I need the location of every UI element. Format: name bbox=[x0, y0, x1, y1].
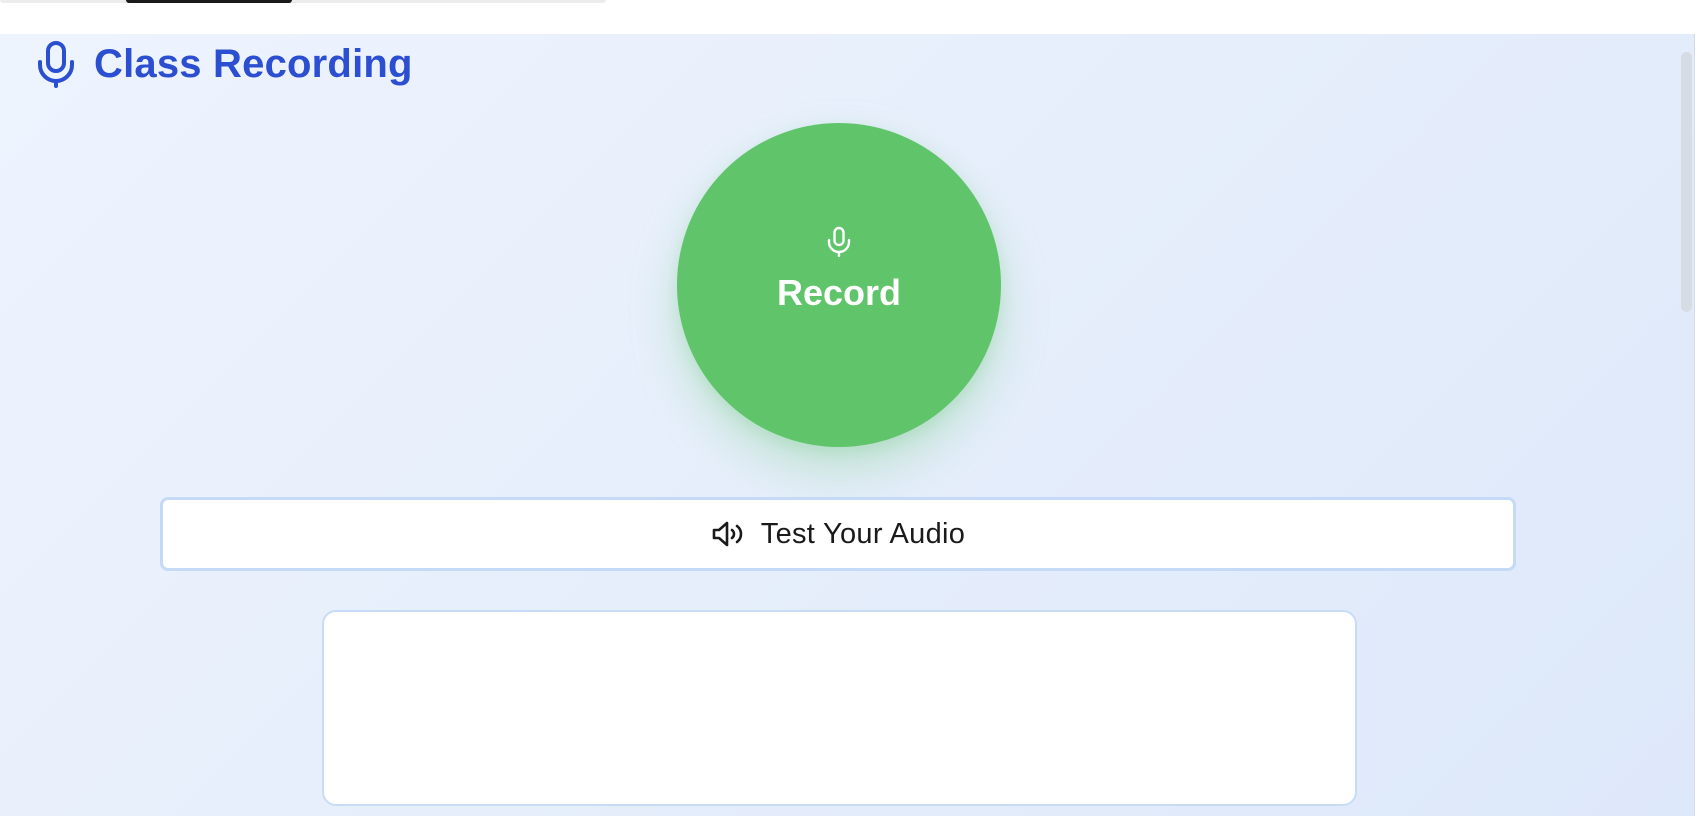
page-header: Class Recording bbox=[36, 40, 413, 88]
microphone-icon bbox=[826, 226, 852, 258]
tab-track bbox=[0, 0, 606, 3]
test-audio-button[interactable]: Test Your Audio bbox=[160, 497, 1516, 571]
page-title: Class Recording bbox=[94, 41, 413, 86]
transcript-panel[interactable] bbox=[322, 610, 1357, 806]
app-container: Class Recording Record Test Your Audio bbox=[0, 34, 1695, 816]
microphone-icon bbox=[36, 40, 76, 88]
speaker-icon bbox=[711, 519, 745, 549]
test-audio-label: Test Your Audio bbox=[760, 517, 966, 550]
active-tab-indicator[interactable] bbox=[126, 0, 292, 3]
record-button[interactable]: Record bbox=[677, 123, 1001, 447]
browser-top-strip bbox=[0, 0, 1704, 34]
scrollbar-thumb[interactable] bbox=[1681, 52, 1692, 312]
record-label: Record bbox=[776, 272, 902, 313]
